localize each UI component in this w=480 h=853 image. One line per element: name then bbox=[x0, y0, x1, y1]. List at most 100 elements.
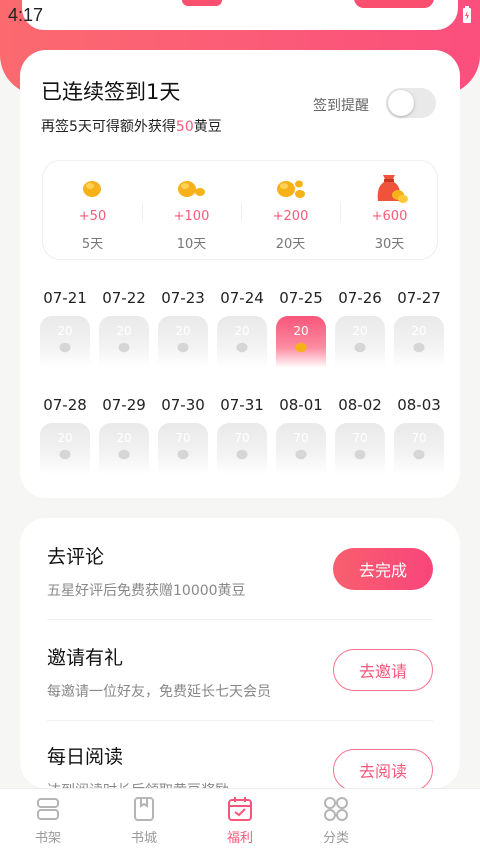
calendar-day[interactable]: 08-01 70 bbox=[276, 395, 326, 475]
calendar-day[interactable]: 07-22 20 bbox=[99, 288, 149, 368]
task-desc: 五星好评后免费获赠10000黄豆 bbox=[47, 583, 246, 599]
calendar-day-value: 20 bbox=[57, 431, 73, 445]
task-item-read: 每日阅读 达到阅读时长后领取黄豆奖励 去阅读 bbox=[20, 720, 460, 788]
calendar-day-value: 70 bbox=[411, 431, 427, 445]
calendar-day[interactable]: 07-25 20 bbox=[276, 288, 326, 368]
bean-icon bbox=[177, 342, 189, 353]
calendar-day-box: 20 bbox=[217, 316, 267, 368]
bean-small-icon bbox=[83, 181, 101, 197]
bean-icon bbox=[354, 342, 366, 353]
calendar-day[interactable]: 07-21 20 bbox=[40, 288, 90, 368]
calendar-day-value: 70 bbox=[293, 431, 309, 445]
task-title: 邀请有礼 bbox=[47, 647, 124, 669]
calendar-day-box: 70 bbox=[217, 423, 267, 475]
calendar-day-value: 20 bbox=[352, 324, 368, 338]
task-desc: 每邀请一位好友，免费延长七天会员 bbox=[47, 684, 271, 700]
calendar-day[interactable]: 08-03 70 bbox=[394, 395, 444, 475]
tab-label: 分类 bbox=[322, 831, 349, 846]
reward-days: 5天 bbox=[81, 237, 104, 252]
status-bar: 4:17 bbox=[0, 0, 480, 30]
bean-icon bbox=[413, 449, 425, 460]
task-title: 每日阅读 bbox=[47, 746, 124, 768]
calendar-date: 07-26 bbox=[338, 289, 382, 307]
calendar-date: 07-28 bbox=[43, 396, 87, 414]
calendar-day-box: 20 bbox=[40, 316, 90, 368]
calendar-day-box: 70 bbox=[158, 423, 208, 475]
bookshelf-icon bbox=[37, 798, 59, 820]
calendar-date: 07-21 bbox=[43, 289, 87, 307]
reward-days: 10天 bbox=[176, 237, 207, 252]
calendar-day[interactable]: 07-28 20 bbox=[40, 395, 90, 475]
category-grid-icon bbox=[324, 797, 348, 821]
calendar-day[interactable]: 07-31 70 bbox=[217, 395, 267, 475]
calendar-day-box: 20 bbox=[40, 423, 90, 475]
battery-icon bbox=[463, 6, 471, 23]
reward-points: +600 bbox=[371, 209, 408, 224]
calendar-day-value: 20 bbox=[411, 324, 427, 338]
bean-icon bbox=[118, 342, 130, 353]
task-card: 去评论 五星好评后免费获赠10000黄豆 去完成 邀请有礼 每邀请一位好友，免费… bbox=[20, 518, 460, 788]
toggle-knob bbox=[388, 90, 414, 116]
bookstore-icon bbox=[134, 797, 154, 821]
tab-label: 书城 bbox=[130, 831, 157, 846]
bean-icon bbox=[118, 449, 130, 460]
bean-icon bbox=[236, 449, 248, 460]
bean-double-icon bbox=[178, 181, 205, 197]
bean-icon bbox=[354, 449, 366, 460]
calendar-day-value: 20 bbox=[175, 324, 191, 338]
signin-subtitle: 再签5天可得额外获得50黄豆 bbox=[41, 116, 222, 136]
calendar-date: 08-01 bbox=[279, 396, 323, 414]
tab-label: 书架 bbox=[34, 831, 61, 846]
calendar-date: 07-23 bbox=[161, 289, 205, 307]
signin-subtitle-highlight: 50 bbox=[175, 119, 194, 135]
bean-icon bbox=[413, 342, 425, 353]
tab-welfare[interactable]: 福利 bbox=[210, 795, 270, 846]
calendar-day-value: 20 bbox=[234, 324, 250, 338]
calendar-day-value: 20 bbox=[57, 324, 73, 338]
signin-subtitle-suffix: 黄豆 bbox=[193, 119, 222, 135]
signin-subtitle-prefix: 再签5天可得额外获得 bbox=[41, 119, 176, 135]
task-item-comment: 去评论 五星好评后免费获赠10000黄豆 去完成 bbox=[20, 518, 460, 618]
tab-category[interactable]: 分类 bbox=[306, 795, 366, 846]
tab-bookshelf[interactable]: 书架 bbox=[18, 795, 78, 846]
calendar-day-box: 20 bbox=[99, 423, 149, 475]
remind-toggle[interactable] bbox=[386, 88, 436, 118]
invite-button[interactable]: 去邀请 bbox=[333, 649, 433, 691]
calendar-day[interactable]: 07-27 20 bbox=[394, 288, 444, 368]
calendar-day-box: 20 bbox=[276, 316, 326, 368]
calendar-date: 07-22 bbox=[102, 289, 146, 307]
bean-icon bbox=[295, 449, 307, 460]
reward-milestone: +50 5天 bbox=[43, 161, 142, 261]
calendar-day-value: 20 bbox=[116, 324, 132, 338]
calendar-day[interactable]: 07-26 20 bbox=[335, 288, 385, 368]
calendar-day[interactable]: 07-30 70 bbox=[158, 395, 208, 475]
task-desc: 达到阅读时长后领取黄豆奖励 bbox=[47, 780, 229, 788]
calendar-day[interactable]: 07-29 20 bbox=[99, 395, 149, 475]
calendar-date: 07-30 bbox=[161, 396, 205, 414]
signin-card: 已连续签到1天 再签5天可得额外获得50黄豆 签到提醒 +50 5天 +100 bbox=[20, 50, 460, 498]
calendar-day[interactable]: 07-24 20 bbox=[217, 288, 267, 368]
calendar-day[interactable]: 07-23 20 bbox=[158, 288, 208, 368]
task-title: 去评论 bbox=[47, 546, 105, 568]
remind-label: 签到提醒 bbox=[313, 98, 369, 114]
calendar-date: 07-24 bbox=[220, 289, 264, 307]
calendar-day[interactable]: 08-02 70 bbox=[335, 395, 385, 475]
read-button[interactable]: 去阅读 bbox=[333, 749, 433, 788]
status-time: 4:17 bbox=[8, 5, 44, 25]
calendar-date: 08-03 bbox=[397, 396, 441, 414]
welfare-calendar-icon bbox=[228, 797, 252, 821]
calendar-day-box: 20 bbox=[394, 316, 444, 368]
tab-label: 福利 bbox=[226, 831, 253, 846]
calendar-day-value: 20 bbox=[116, 431, 132, 445]
calendar-day-box: 70 bbox=[276, 423, 326, 475]
bean-icon bbox=[295, 342, 307, 353]
calendar-day-value: 70 bbox=[175, 431, 191, 445]
bean-icon bbox=[236, 342, 248, 353]
calendar-date: 07-27 bbox=[397, 289, 441, 307]
reward-points: +100 bbox=[173, 209, 210, 224]
calendar-day-box: 20 bbox=[158, 316, 208, 368]
complete-button[interactable]: 去完成 bbox=[333, 548, 433, 590]
tab-bookstore[interactable]: 书城 bbox=[114, 795, 174, 846]
calendar-date: 07-31 bbox=[220, 396, 264, 414]
wifi-icon bbox=[432, 7, 452, 23]
